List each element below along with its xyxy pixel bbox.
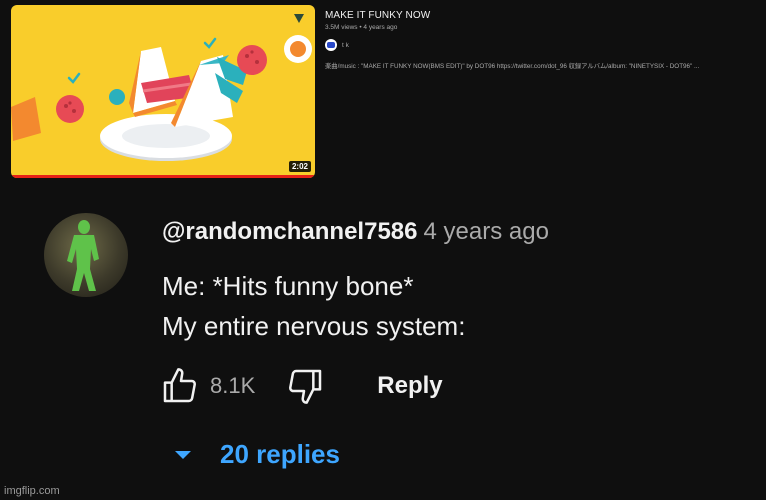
comment-author[interactable]: @randomchannel7586 bbox=[162, 218, 418, 245]
video-thumbnail[interactable]: 2:02 bbox=[11, 5, 315, 178]
avatar-figure-icon bbox=[67, 220, 99, 291]
video-info: MAKE IT FUNKY NOW 3.5M views • 4 years a… bbox=[325, 10, 755, 70]
video-description: 楽曲/music : "MAKE IT FUNKY NOW(BMS EDIT)"… bbox=[325, 63, 700, 70]
thumbs-down-icon bbox=[289, 369, 322, 404]
like-button[interactable] bbox=[158, 364, 202, 408]
comment-actions: 8.1K Reply bbox=[158, 364, 443, 408]
comment: @randomchannel7586 4 years ago Me: *Hits … bbox=[0, 188, 766, 500]
duration-badge: 2:02 bbox=[288, 161, 311, 172]
video-card[interactable]: 2:02 MAKE IT FUNKY NOW 3.5M views • 4 ye… bbox=[0, 0, 766, 188]
replies-count[interactable]: 20 replies bbox=[220, 439, 340, 470]
reply-button[interactable]: Reply bbox=[377, 372, 442, 400]
watch-progress-bar bbox=[11, 175, 315, 178]
channel-row[interactable]: t k bbox=[325, 39, 755, 51]
dislike-button[interactable] bbox=[283, 364, 327, 408]
video-meta: 3.5M views • 4 years ago bbox=[325, 24, 398, 31]
comment-text: Me: *Hits funny bone* My entire nervous … bbox=[162, 266, 465, 346]
comment-author-line: @randomchannel7586 4 years ago bbox=[162, 218, 549, 246]
view-replies-button[interactable]: 20 replies bbox=[172, 439, 340, 470]
watermark: imgflip.com bbox=[4, 485, 60, 497]
thumbs-up-icon bbox=[163, 368, 196, 403]
thumbnail-illustration bbox=[11, 14, 312, 161]
comment-line: Me: *Hits funny bone* bbox=[162, 271, 414, 301]
play-triangle-icon bbox=[294, 14, 304, 23]
channel-avatar[interactable] bbox=[325, 39, 337, 51]
comment-line: My entire nervous system: bbox=[162, 311, 466, 341]
caret-down-icon bbox=[175, 450, 191, 459]
channel-name[interactable]: t k bbox=[342, 42, 349, 49]
comment-timestamp[interactable]: 4 years ago bbox=[424, 218, 549, 245]
video-title[interactable]: MAKE IT FUNKY NOW bbox=[325, 10, 755, 21]
like-count: 8.1K bbox=[210, 373, 256, 398]
avatar[interactable] bbox=[44, 213, 128, 297]
